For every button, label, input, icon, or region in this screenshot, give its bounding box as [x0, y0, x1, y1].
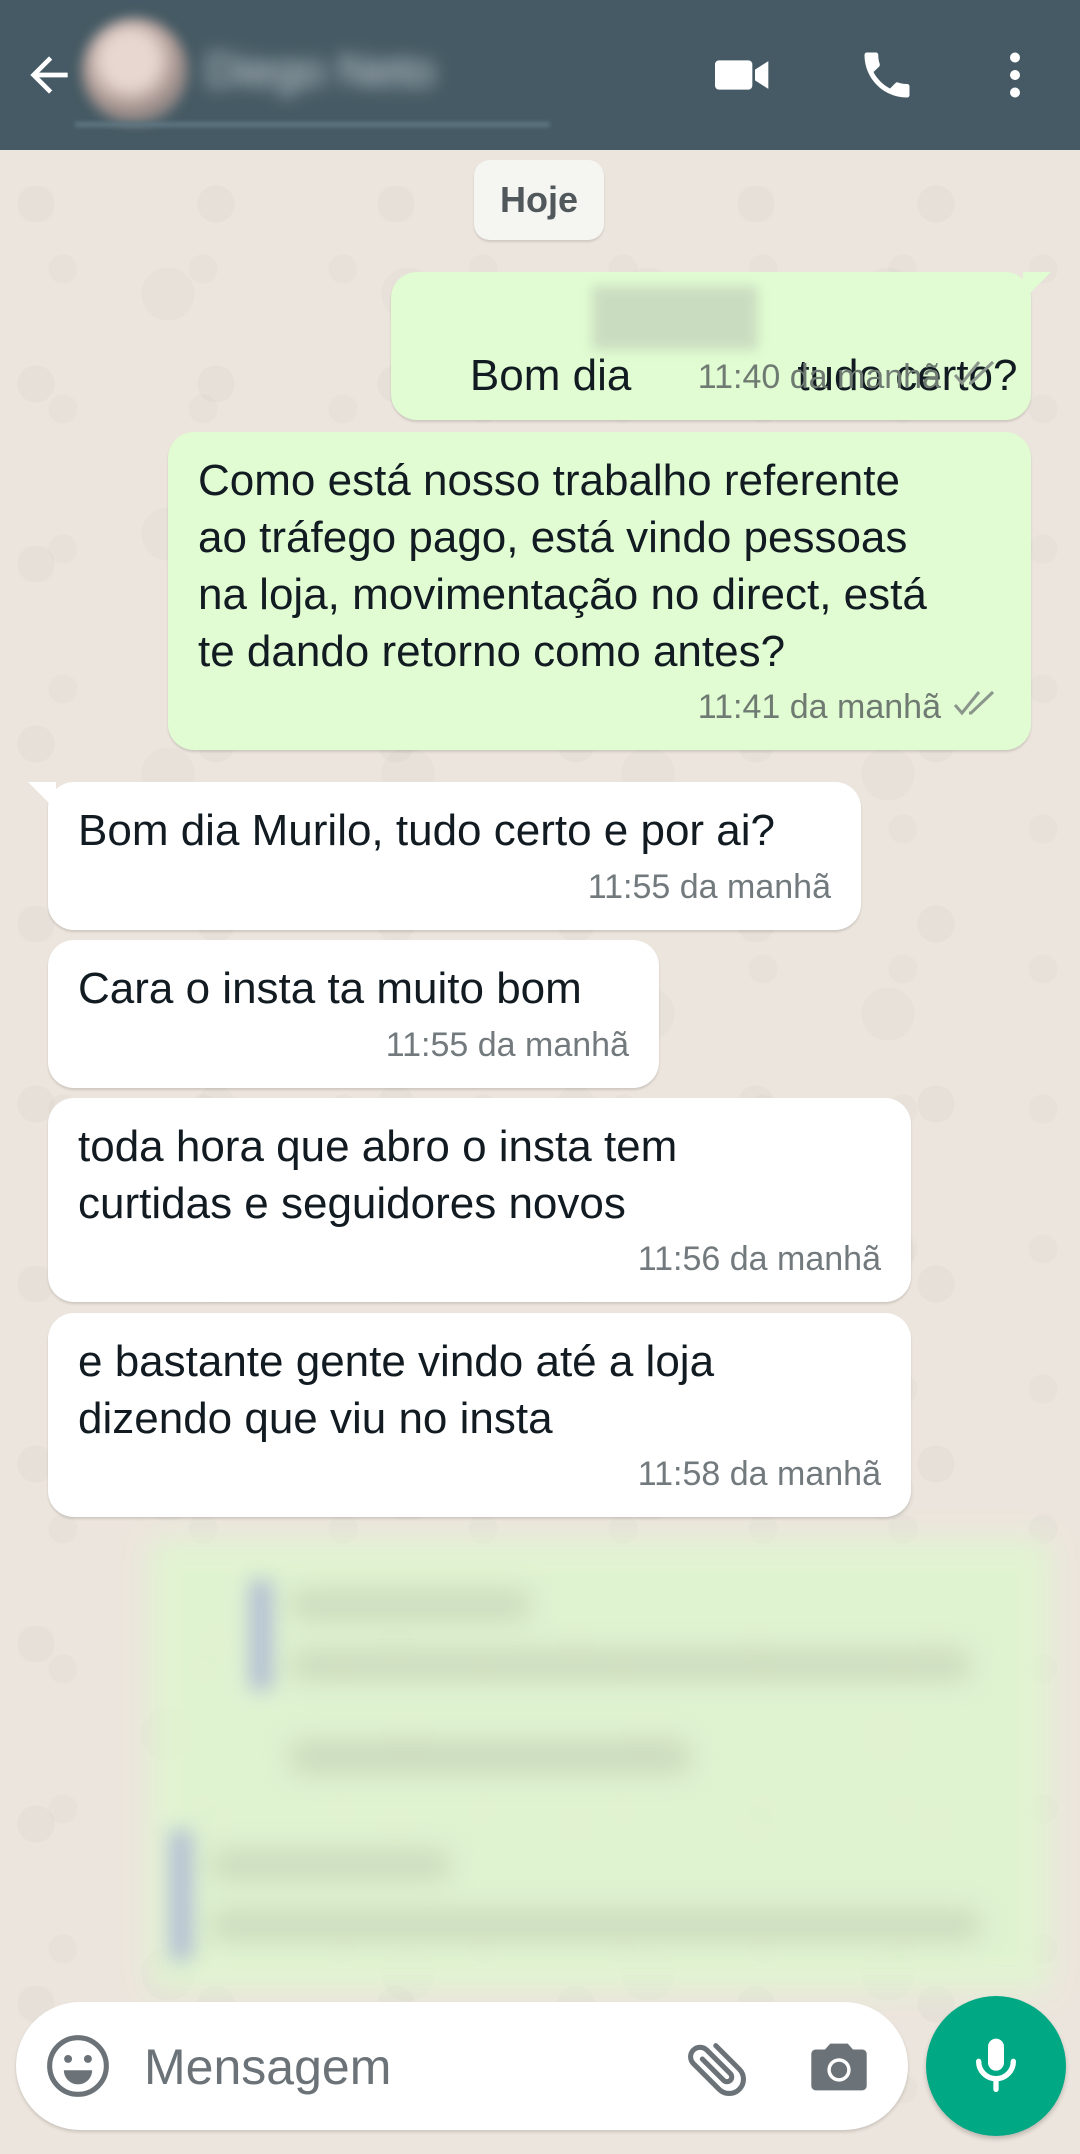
date-chip: Hoje [474, 160, 604, 240]
message-composer [16, 2002, 908, 2130]
message-bubble-incoming[interactable]: Cara o insta ta muito bom 11:55 da manhã [48, 940, 659, 1088]
message-time: 11:55 da manhã [587, 868, 831, 906]
redacted-text [290, 1740, 690, 1774]
redacted-quote-bar [170, 1830, 192, 1960]
message-text: Bom dia Murilo, tudo certo e por ai? [78, 806, 776, 855]
redacted-quote-bar [250, 1580, 272, 1690]
message-time: 11:41 da manhã [697, 688, 941, 726]
paperclip-icon[interactable] [680, 2030, 756, 2106]
bubble-tail [28, 782, 56, 810]
message-time: 11:55 da manhã [385, 1026, 629, 1064]
camera-icon[interactable] [804, 2032, 874, 2102]
message-text: Cara o insta ta muito bom [78, 964, 582, 1013]
message-text: toda hora que abro o insta tem curtidas … [78, 1122, 678, 1228]
message-time: 11:40 da manhã [697, 358, 941, 396]
more-vert-icon[interactable] [980, 40, 1050, 110]
message-text: Como está nosso trabalho referente ao tr… [198, 456, 927, 676]
redacted-text [290, 1590, 530, 1620]
message-input[interactable] [142, 2032, 686, 2102]
emoji-icon[interactable] [44, 2032, 112, 2100]
chat-header: Diego Neto [0, 0, 1080, 150]
redacted-name [592, 286, 758, 350]
double-check-icon [953, 679, 1001, 736]
redacted-text [210, 1850, 450, 1880]
message-text: Bom dia [469, 351, 632, 400]
message-bubble-incoming[interactable]: Bom dia Murilo, tudo certo e por ai? 11:… [28, 782, 861, 930]
message-time: 11:56 da manhã [637, 1240, 881, 1278]
message-time: 11:58 da manhã [637, 1455, 881, 1493]
message-bubble-incoming[interactable]: toda hora que abro o insta tem curtidas … [48, 1098, 911, 1302]
video-camera-icon[interactable] [708, 40, 778, 110]
contact-name[interactable]: Diego Neto [205, 40, 525, 100]
redacted-text [290, 1650, 970, 1680]
double-check-icon [953, 349, 1001, 406]
message-bubble-outgoing[interactable]: Como está nosso trabalho referente ao tr… [168, 432, 1031, 750]
arrow-left-icon[interactable] [14, 40, 84, 110]
message-bubble-incoming[interactable]: e bastante gente vindo até a loja dizend… [48, 1313, 911, 1517]
microphone-button[interactable] [926, 1996, 1066, 2136]
avatar[interactable] [82, 18, 188, 124]
message-text: e bastante gente vindo até a loja dizend… [78, 1337, 715, 1443]
redacted-text [210, 1910, 980, 1940]
bubble-tail [1023, 272, 1051, 300]
phone-icon[interactable] [852, 40, 922, 110]
contact-name-redaction [75, 122, 550, 127]
microphone-icon [964, 2032, 1028, 2101]
